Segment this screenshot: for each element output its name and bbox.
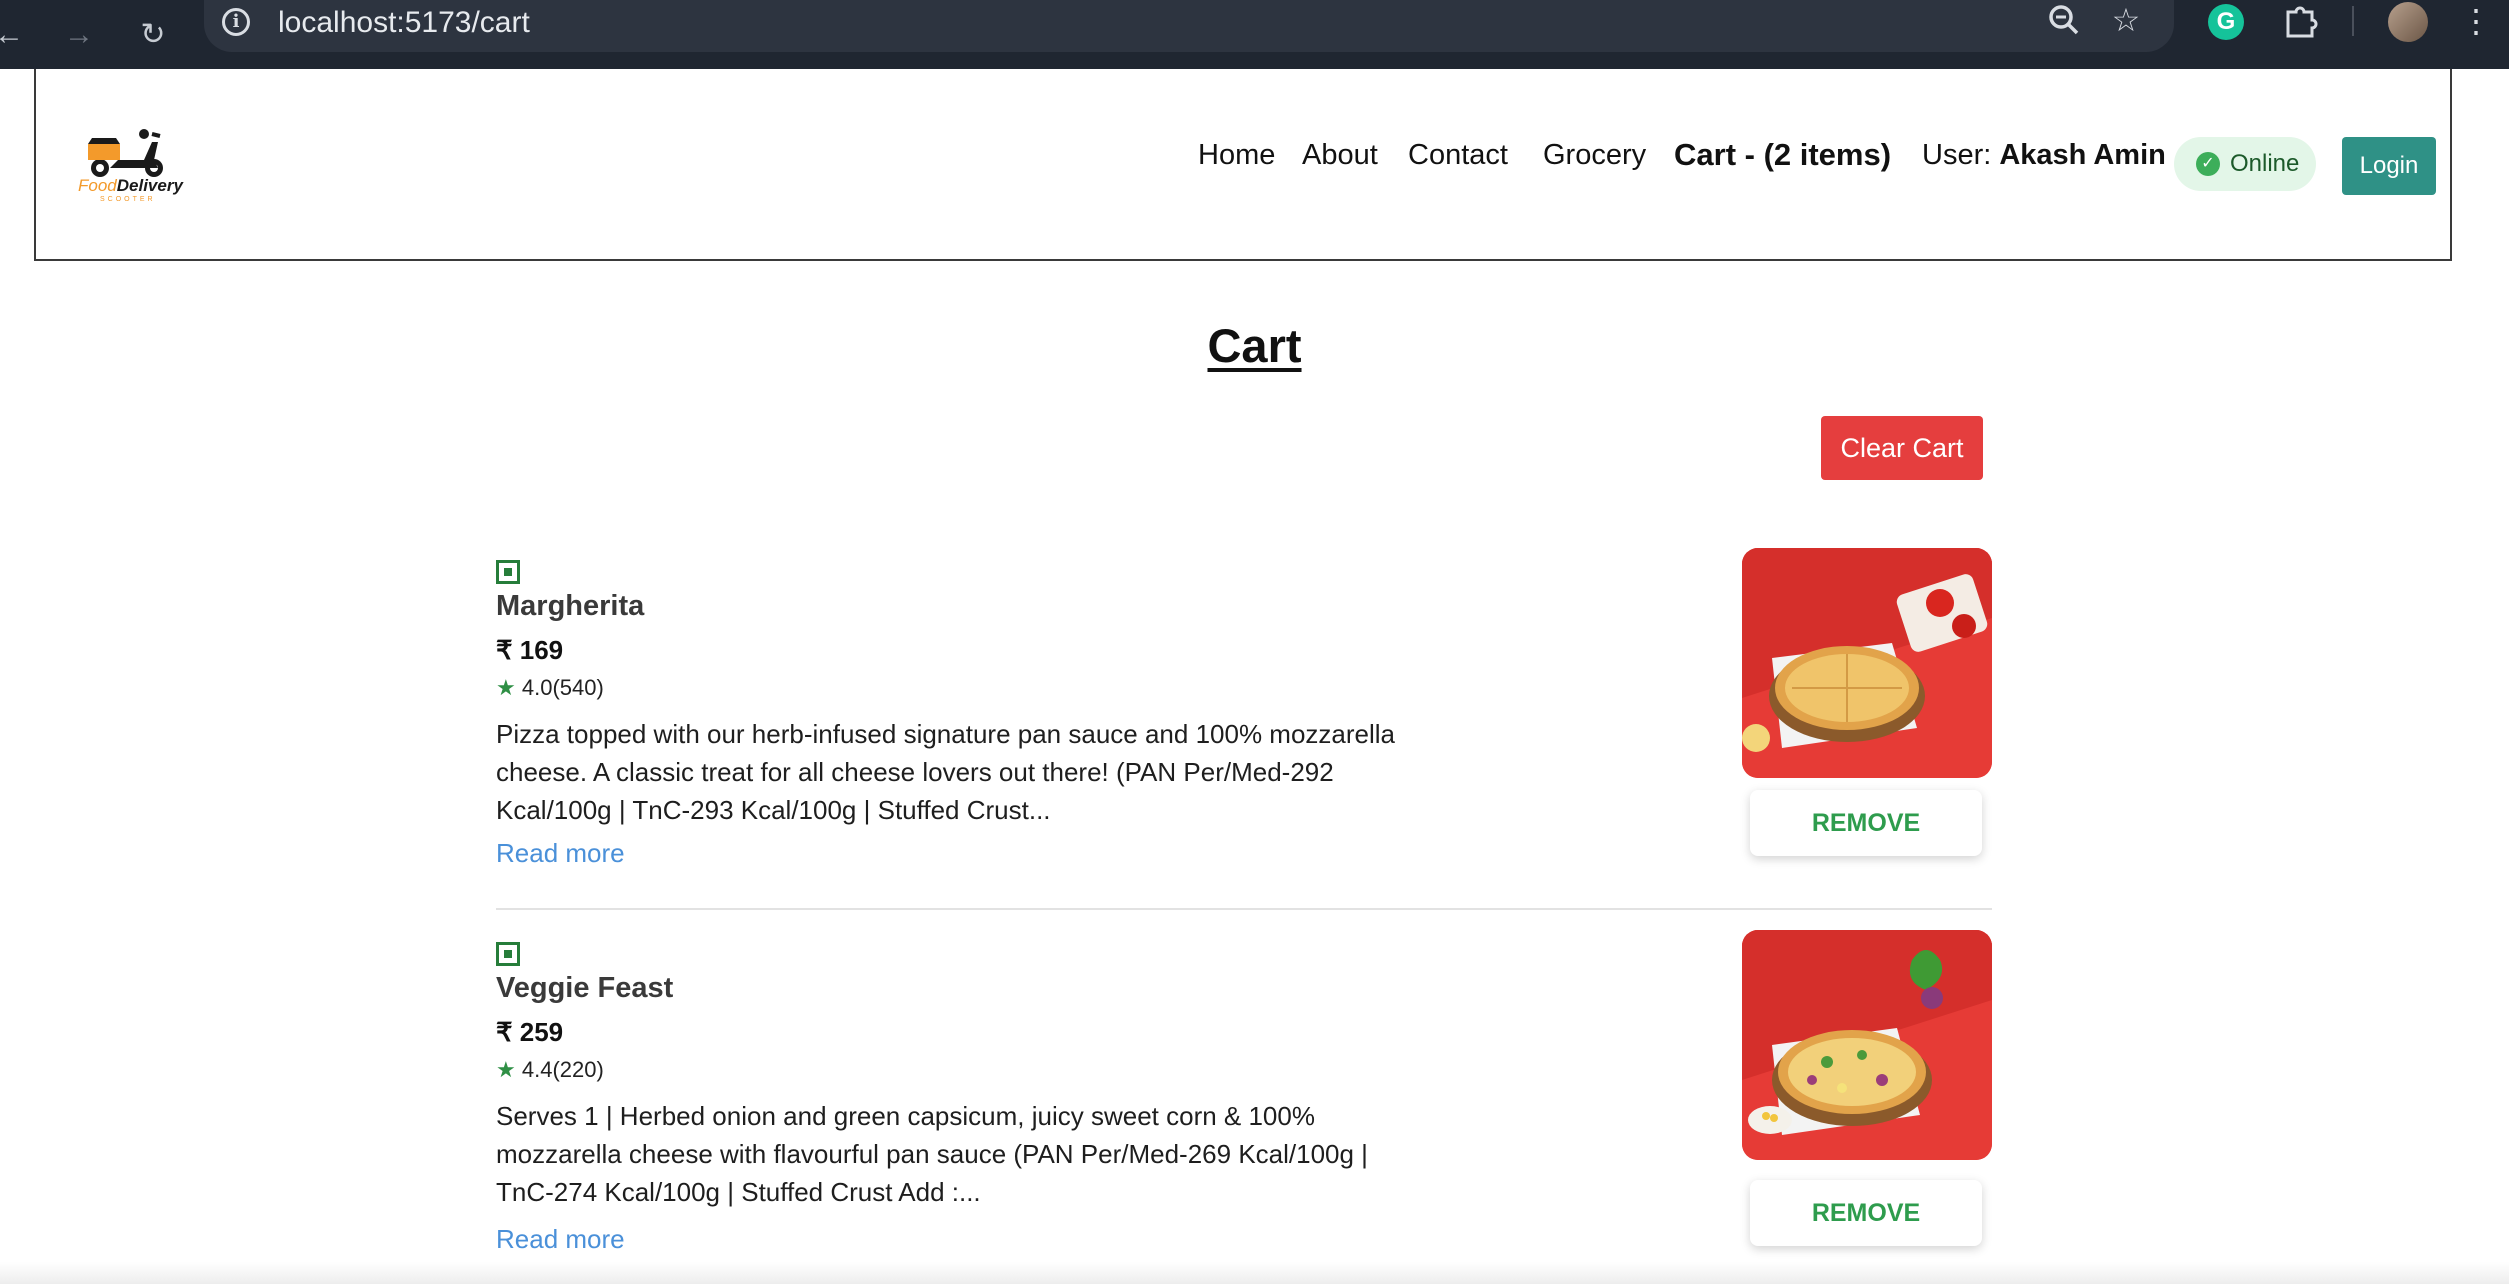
extensions-puzzle-icon[interactable] bbox=[2280, 0, 2320, 40]
item-rating: ★ 4.0(540) bbox=[496, 675, 604, 701]
cart-item: Veggie Feast ₹ 259 ★ 4.4(220) Serves 1 |… bbox=[496, 930, 1992, 1262]
item-divider bbox=[496, 908, 1992, 910]
address-bar[interactable]: i localhost:5173/cart bbox=[204, 0, 2174, 52]
back-arrow-icon[interactable]: ← bbox=[0, 18, 26, 52]
nav-grocery[interactable]: Grocery bbox=[1543, 139, 1646, 172]
rating-value: 4.4(220) bbox=[521, 1057, 604, 1082]
item-name: Margherita bbox=[496, 590, 645, 622]
zoom-icon[interactable] bbox=[2044, 0, 2084, 40]
check-circle-icon: ✓ bbox=[2196, 152, 2220, 176]
remove-item-button[interactable]: REMOVE bbox=[1750, 790, 1982, 856]
app-header: FoodDelivery SCOOTER Home About Contact … bbox=[34, 69, 2452, 261]
user-prefix: User: bbox=[1922, 139, 2000, 171]
item-rating: ★ 4.4(220) bbox=[496, 1057, 604, 1083]
bookmark-star-icon[interactable]: ☆ bbox=[2106, 0, 2146, 40]
clear-cart-button[interactable]: Clear Cart bbox=[1821, 416, 1983, 480]
scooter-icon bbox=[88, 129, 163, 177]
item-price: ₹ 259 bbox=[496, 1017, 564, 1047]
grammarly-extension-icon[interactable]: G bbox=[2208, 4, 2244, 40]
logo-wordmark: FoodDelivery bbox=[78, 176, 183, 195]
nav-cart[interactable]: Cart - (2 items) bbox=[1674, 137, 1891, 173]
url-text[interactable]: localhost:5173/cart bbox=[278, 6, 530, 40]
user-display: User: Akash Amin bbox=[1922, 139, 2166, 172]
veg-indicator-icon bbox=[496, 942, 520, 966]
remove-item-button[interactable]: REMOVE bbox=[1750, 1180, 1982, 1246]
read-more-link[interactable]: Read more bbox=[496, 1224, 625, 1255]
margherita-pizza-image bbox=[1742, 548, 1992, 778]
browser-toolbar: ← → ↻ i localhost:5173/cart ☆ G ⋮ bbox=[0, 0, 2509, 69]
online-status-badge: ✓ Online bbox=[2174, 137, 2316, 191]
toolbar-separator bbox=[2352, 6, 2354, 36]
menu-kebab-icon[interactable]: ⋮ bbox=[2460, 2, 2492, 40]
nav-contact[interactable]: Contact bbox=[1408, 139, 1508, 172]
rating-value: 4.0(540) bbox=[521, 675, 604, 700]
item-description: Serves 1 | Herbed onion and green capsic… bbox=[496, 1101, 1368, 1207]
profile-avatar[interactable] bbox=[2388, 2, 2428, 42]
reload-icon[interactable]: ↻ bbox=[136, 18, 170, 52]
login-button[interactable]: Login bbox=[2342, 137, 2436, 195]
item-name: Veggie Feast bbox=[496, 972, 674, 1004]
item-price: ₹ 169 bbox=[496, 635, 564, 665]
forward-arrow-icon[interactable]: → bbox=[62, 18, 96, 52]
site-info-icon[interactable]: i bbox=[222, 8, 250, 36]
status-label: Online bbox=[2230, 150, 2300, 177]
veggie-feast-pizza-image bbox=[1742, 930, 1992, 1160]
user-name: Akash Amin bbox=[1999, 139, 2166, 171]
nav-about[interactable]: About bbox=[1302, 139, 1378, 172]
item-description: Pizza topped with our herb-infused signa… bbox=[496, 719, 1395, 825]
scroll-shadow bbox=[0, 1262, 2509, 1284]
logo-tagline: SCOOTER bbox=[100, 196, 156, 203]
nav-home[interactable]: Home bbox=[1198, 139, 1275, 172]
page-title: Cart bbox=[1207, 319, 1302, 372]
cart-item: Margherita ₹ 169 ★ 4.0(540) Pizza topped… bbox=[496, 548, 1992, 880]
star-icon: ★ bbox=[496, 675, 516, 700]
veg-indicator-icon bbox=[496, 560, 520, 584]
star-icon: ★ bbox=[496, 1057, 516, 1082]
food-delivery-logo[interactable]: FoodDelivery SCOOTER bbox=[78, 124, 198, 214]
read-more-link[interactable]: Read more bbox=[496, 838, 625, 869]
